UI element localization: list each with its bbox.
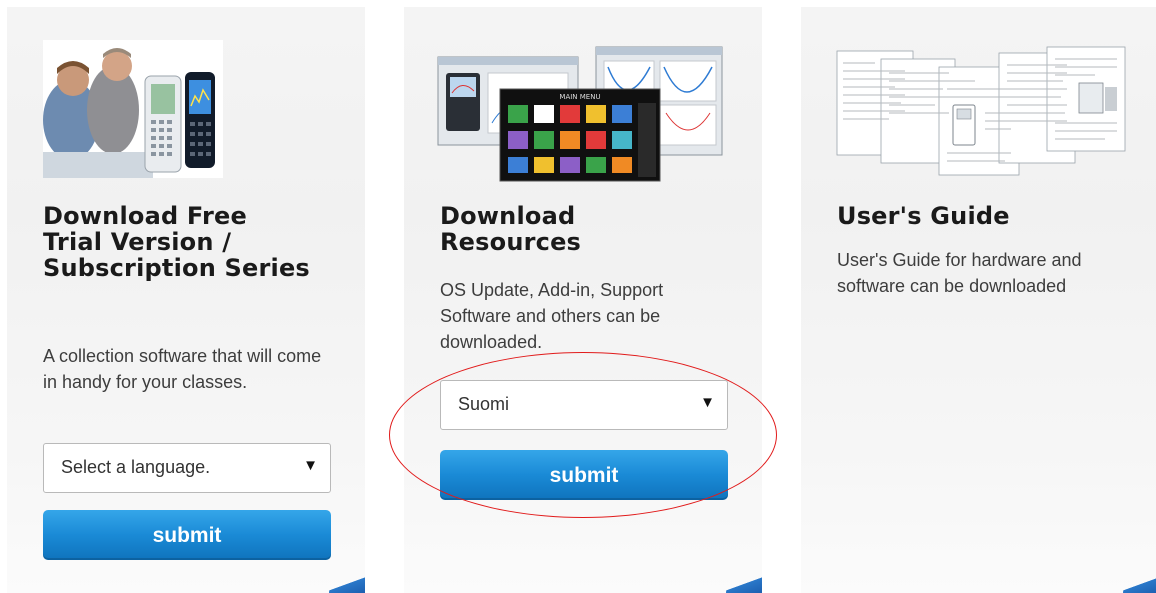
corner-accent bbox=[1123, 571, 1156, 593]
card-download-resources: MAIN MENU Download Resources OS Update, … bbox=[404, 7, 762, 593]
card-title: User's Guide bbox=[837, 202, 1010, 230]
card-title: Download Resources bbox=[440, 202, 582, 256]
card-description: A collection software that will come in … bbox=[43, 346, 322, 392]
language-select[interactable]: Select a language. ▼ bbox=[43, 443, 331, 493]
language-select[interactable]: Suomi ▼ bbox=[440, 380, 728, 430]
software-screenshots-image: MAIN MENU bbox=[436, 43, 726, 183]
language-select-value: Select a language. bbox=[61, 457, 211, 477]
calculators-photo bbox=[43, 40, 223, 178]
language-select-value: Suomi bbox=[458, 394, 510, 414]
card-description: User's Guide for hardware and software c… bbox=[837, 250, 1082, 296]
chevron-down-icon: ▼ bbox=[303, 457, 318, 474]
main-menu-label: MAIN MENU bbox=[559, 93, 600, 101]
card-description: OS Update, Add-in, Support Software and … bbox=[440, 280, 664, 352]
chevron-down-icon: ▼ bbox=[700, 394, 715, 411]
card-users-guide: User's Guide User's Guide for hardware a… bbox=[801, 7, 1156, 593]
submit-button[interactable]: submit bbox=[43, 510, 331, 560]
submit-button[interactable]: submit bbox=[440, 450, 728, 500]
card-title: Download Free Trial Version / Subscripti… bbox=[43, 202, 310, 282]
user-guide-pages-image bbox=[835, 43, 1127, 179]
corner-accent bbox=[329, 571, 365, 593]
card-trial-version: Download Free Trial Version / Subscripti… bbox=[7, 7, 365, 593]
corner-accent bbox=[726, 571, 762, 593]
